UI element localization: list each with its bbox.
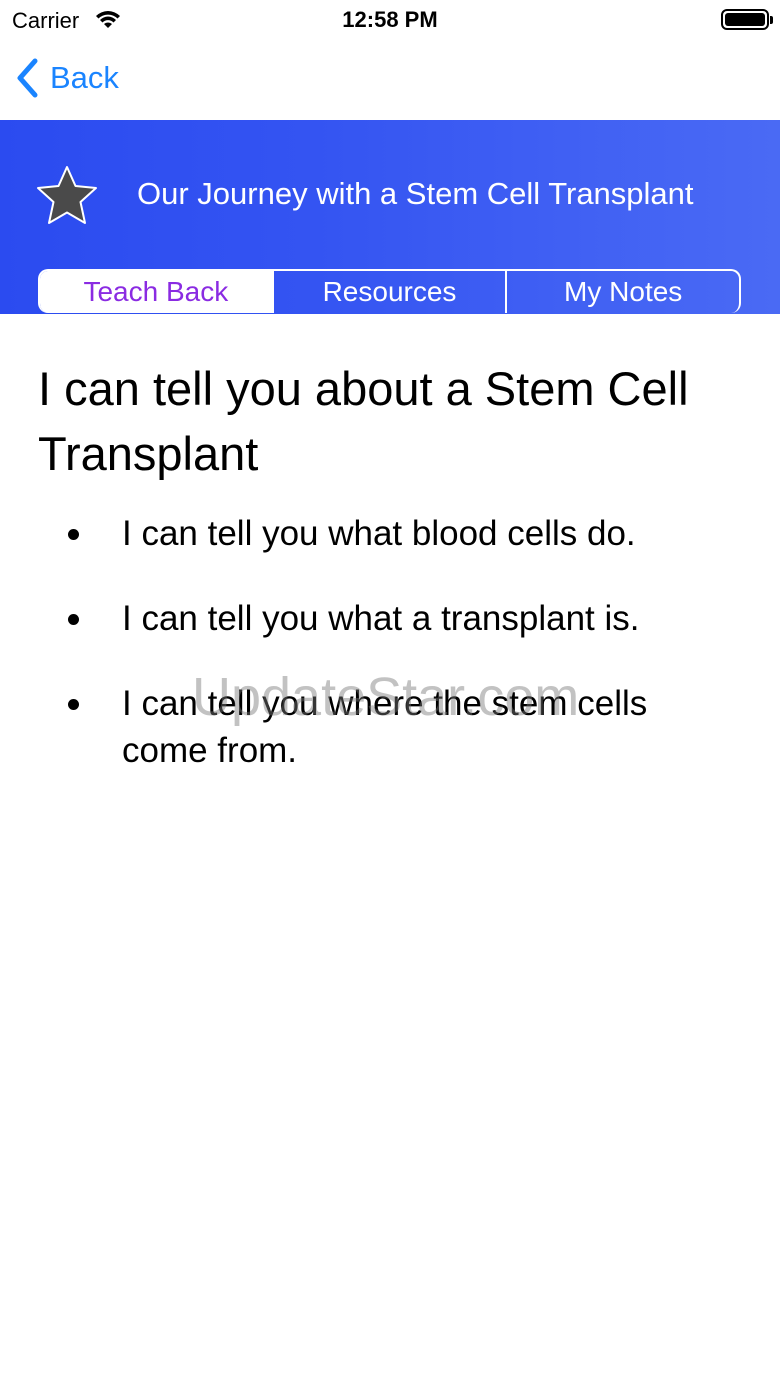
list-item: I can tell you what blood cells do. [38,510,738,557]
list-item: I can tell you where the stem cells come… [38,680,738,774]
list-item-text: I can tell you what a transplant is. [122,599,640,638]
list-item-text: I can tell you where the stem cells come… [122,684,648,770]
status-bar: Carrier 12:58 PM [0,0,780,40]
star-icon[interactable] [35,164,99,226]
chevron-left-icon [17,58,38,98]
main-content: I can tell you about a Stem Cell Transpl… [38,356,738,812]
bullet-icon [68,699,79,710]
segmented-control: Teach Back Resources My Notes [38,269,741,313]
tab-resources[interactable]: Resources [271,271,506,313]
back-button[interactable]: Back [14,56,119,100]
tab-teach-back[interactable]: Teach Back [40,271,272,313]
page-heading: I can tell you about a Stem Cell Transpl… [38,362,689,480]
battery-icon [721,9,773,30]
screen: Carrier 12:58 PM Back Our Journey with a… [0,0,780,1387]
banner-title: Our Journey with a Stem Cell Transplant [137,176,694,211]
list-item-text: I can tell you what blood cells do. [122,514,636,553]
back-label: Back [50,60,119,95]
tab-my-notes[interactable]: My Notes [505,271,739,313]
bullet-list: I can tell you what blood cells do. I ca… [38,510,738,774]
bullet-icon [68,614,79,625]
nav-bar: Back [0,40,780,120]
list-item: I can tell you what a transplant is. [38,595,738,642]
bullet-icon [68,529,79,540]
clock: 12:58 PM [342,7,438,32]
